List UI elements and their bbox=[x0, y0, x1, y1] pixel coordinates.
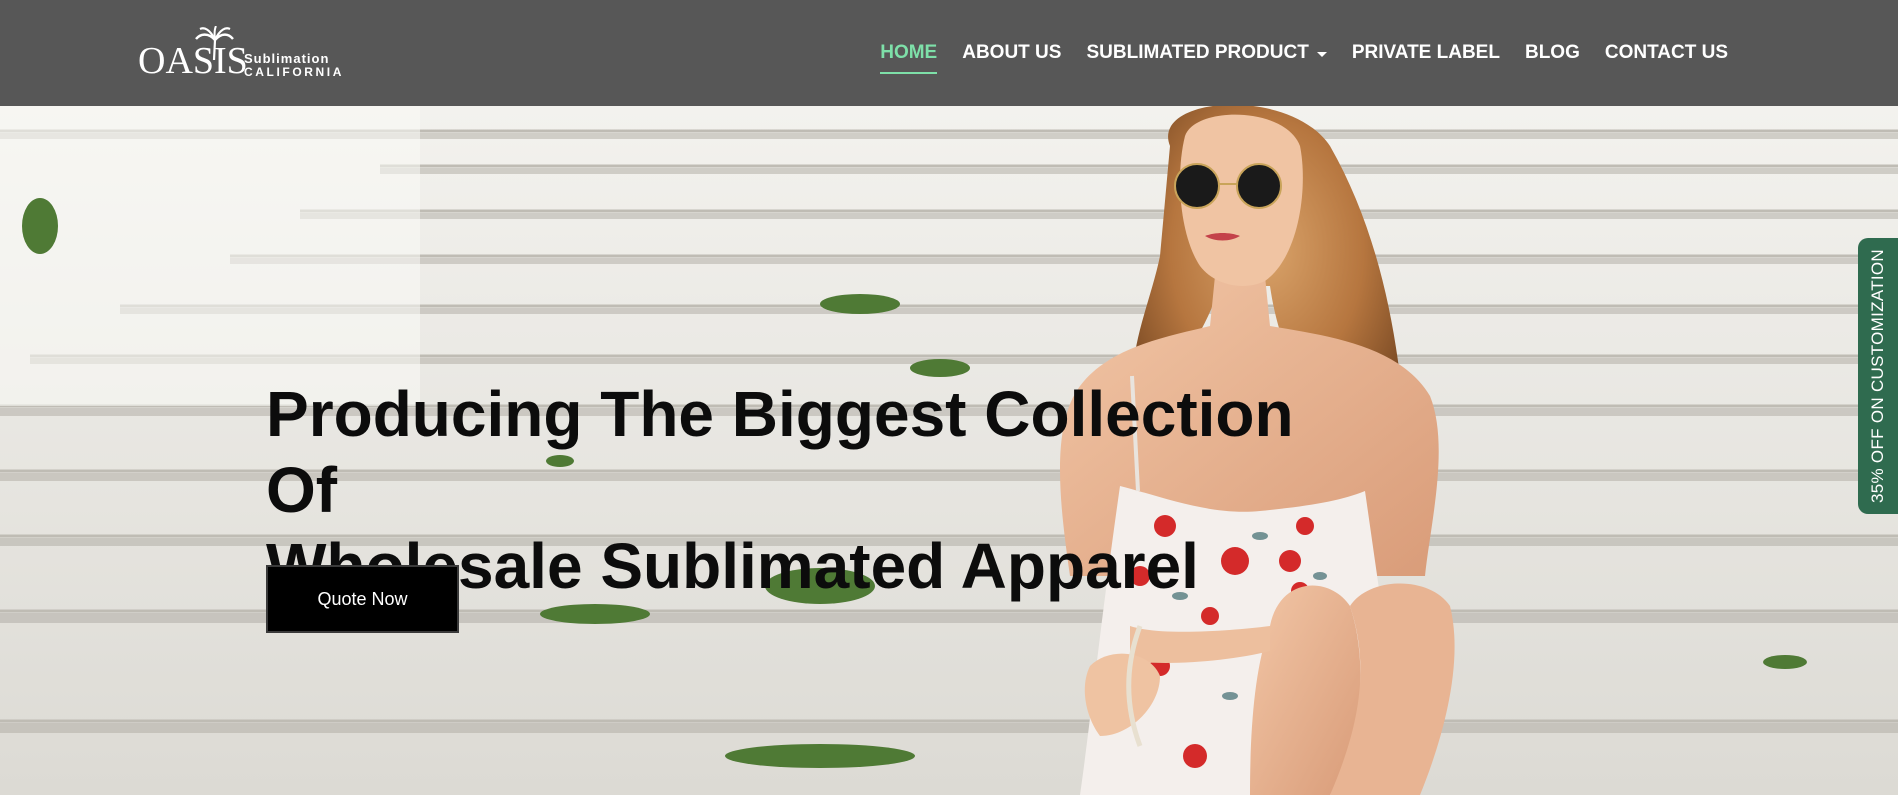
nav-item-label: CONTACT US bbox=[1604, 42, 1728, 63]
nav-item-label: PRIVATE LABEL bbox=[1351, 42, 1500, 63]
hero-headline-line1: Producing The Biggest Collection Of bbox=[266, 378, 1294, 526]
quote-now-button[interactable]: Quote Now bbox=[266, 565, 459, 633]
customization-offer-label: 35% OFF ON CUSTOMIZATION bbox=[1868, 248, 1888, 504]
nav-item-home[interactable]: HOME bbox=[880, 42, 938, 74]
site-header: OASIS Sublimation CALIFORNIA HOME ABOUT … bbox=[0, 0, 1898, 106]
nav-item-sublimated-product[interactable]: SUBLIMATED PRODUCT bbox=[1086, 42, 1327, 64]
logo-subtitle: Sublimation CALIFORNIA bbox=[244, 51, 344, 80]
nav-item-private-label[interactable]: PRIVATE LABEL bbox=[1352, 42, 1500, 64]
oasis-logo[interactable]: OASIS Sublimation CALIFORNIA bbox=[138, 26, 348, 84]
palm-tree-icon bbox=[195, 26, 234, 60]
logo-subtitle-line2: CALIFORNIA bbox=[244, 65, 344, 80]
nav-item-blog[interactable]: BLOG bbox=[1525, 42, 1580, 64]
nav-item-label: HOME bbox=[880, 42, 938, 63]
nav-item-about-us[interactable]: ABOUT US bbox=[962, 42, 1061, 64]
caret-down-icon bbox=[1316, 51, 1327, 57]
nav-item-contact-us[interactable]: CONTACT US bbox=[1605, 42, 1728, 64]
logo-subtitle-line1: Sublimation bbox=[244, 51, 330, 66]
nav-item-label: SUBLIMATED PRODUCT bbox=[1086, 42, 1309, 63]
nav-item-label: BLOG bbox=[1524, 42, 1580, 63]
hero-banner: Producing The Biggest Collection Of Whol… bbox=[0, 106, 1898, 795]
main-nav: HOME ABOUT US SUBLIMATED PRODUCT PRIVATE… bbox=[855, 0, 1728, 106]
customization-offer-tab[interactable]: 35% OFF ON CUSTOMIZATION bbox=[1858, 238, 1898, 514]
nav-item-label: ABOUT US bbox=[962, 42, 1062, 63]
